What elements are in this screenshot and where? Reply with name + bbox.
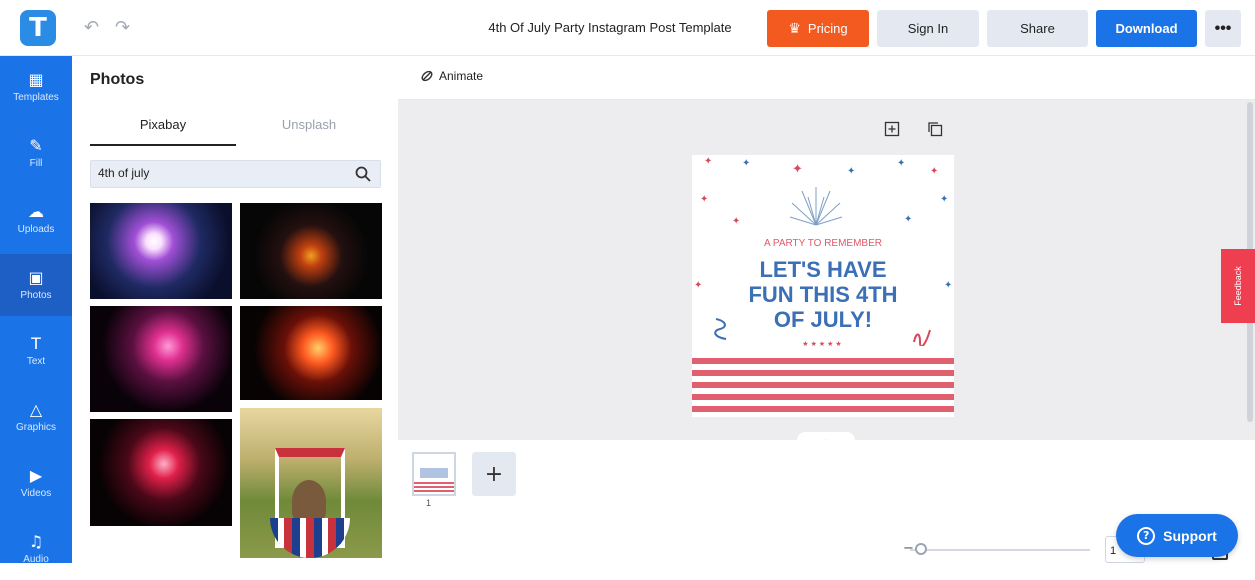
sidebar-item-templates[interactable]: ▦ Templates xyxy=(0,56,72,118)
tab-pixabay[interactable]: Pixabay xyxy=(90,117,236,132)
animate-button[interactable]: Animate xyxy=(420,69,483,83)
photo-thumbnail[interactable] xyxy=(90,203,232,299)
sidebar-item-uploads[interactable]: ☁ Uploads xyxy=(0,188,72,250)
top-bar: T ↶ ↷ 4th Of July Party Instagram Post T… xyxy=(0,0,1255,56)
photo-thumbnail[interactable] xyxy=(90,306,232,412)
sidebar-item-label: Fill xyxy=(29,158,43,169)
star-decoration: ✦ xyxy=(700,194,709,205)
firework-icon xyxy=(789,187,843,226)
zoom-value: 1 xyxy=(1110,545,1117,557)
page-thumbnail[interactable] xyxy=(412,452,456,496)
photo-thumbnail[interactable] xyxy=(240,306,382,400)
support-label: Support xyxy=(1163,527,1217,544)
sidebar-item-label: Uploads xyxy=(17,224,55,235)
support-button[interactable]: ? Support xyxy=(1116,514,1238,557)
star-decoration: ✦ xyxy=(704,156,713,167)
star-decoration: ✦ xyxy=(847,166,856,177)
star-decoration: ✦ xyxy=(930,166,939,177)
sidebar-item-label: Text xyxy=(26,356,46,367)
zoom-slider-handle[interactable] xyxy=(915,543,927,555)
child-shape xyxy=(292,480,326,522)
music-icon: ♫ xyxy=(28,532,44,551)
animate-icon xyxy=(421,70,433,82)
search-icon[interactable] xyxy=(354,165,372,183)
sidebar-item-videos[interactable]: ▶ Videos xyxy=(0,452,72,514)
sidebar-item-label: Graphics xyxy=(15,422,56,433)
sidebar-item-label: Photos xyxy=(20,290,52,301)
photo-icon: ▣ xyxy=(28,268,44,287)
active-tab-indicator xyxy=(90,144,236,146)
share-button[interactable]: Share xyxy=(987,10,1088,47)
panel-title: Photos xyxy=(90,71,145,88)
cloud-upload-icon: ☁ xyxy=(28,202,44,221)
search-input[interactable] xyxy=(98,166,338,180)
headline-line: FUN THIS 4TH xyxy=(748,282,898,307)
sidebar-item-graphics[interactable]: △ Graphics xyxy=(0,386,72,448)
star-decoration: ✦ xyxy=(742,158,751,169)
sidebar-item-fill[interactable]: ✎ Fill xyxy=(0,122,72,184)
more-options-button[interactable]: ••• xyxy=(1205,10,1241,47)
sidebar-item-audio[interactable]: ♫ Audio xyxy=(0,518,72,580)
help-icon: ? xyxy=(1137,526,1156,545)
canvas-area: ✦ ✦ ✦ ✦ ✦ ✦ ✦ ✦ ✦ ✦ ✦ ✦ A PARTY TO REMEM… xyxy=(398,100,1255,440)
sign-in-button[interactable]: Sign In xyxy=(877,10,979,47)
photos-panel: Photos Pixabay Unsplash xyxy=(72,56,398,563)
sidebar-item-text[interactable]: T Text xyxy=(0,320,72,382)
add-page-button[interactable]: + xyxy=(472,452,516,496)
add-page-icon[interactable] xyxy=(884,121,900,137)
pricing-button[interactable]: ♛ Pricing xyxy=(767,10,869,47)
pencil-icon: ✎ xyxy=(29,136,43,155)
search-box xyxy=(90,160,381,188)
redo-icon[interactable]: ↷ xyxy=(115,17,130,38)
video-icon: ▶ xyxy=(29,466,43,485)
animate-label: Animate xyxy=(439,69,484,83)
photo-thumbnail[interactable] xyxy=(90,419,232,526)
photo-thumbnail[interactable] xyxy=(240,408,382,558)
design-rating-stars: ★★★★★ xyxy=(802,340,844,348)
duplicate-page-icon[interactable] xyxy=(927,121,943,137)
left-navigation: ▦ Templates ✎ Fill ☁ Uploads ▣ Photos T … xyxy=(0,56,72,565)
sidebar-item-label: Videos xyxy=(20,488,52,499)
templates-icon: ▦ xyxy=(28,70,44,89)
sub-toolbar: Animate xyxy=(398,56,1255,100)
design-subtitle[interactable]: A PARTY TO REMEMBER xyxy=(692,238,954,249)
app-logo[interactable]: T xyxy=(20,10,56,46)
tab-unsplash[interactable]: Unsplash xyxy=(236,117,382,132)
pricing-label: Pricing xyxy=(807,21,848,36)
flag-bunting-shape xyxy=(270,518,350,558)
feedback-tab[interactable]: Feedback xyxy=(1221,249,1255,323)
text-icon: T xyxy=(31,334,41,353)
sidebar-item-label: Audio xyxy=(23,554,49,565)
star-decoration: ✦ xyxy=(897,158,906,169)
star-decoration: ✦ xyxy=(940,194,949,205)
design-canvas[interactable]: ✦ ✦ ✦ ✦ ✦ ✦ ✦ ✦ ✦ ✦ ✦ ✦ A PARTY TO REMEM… xyxy=(692,155,954,417)
thumbnail-stripes xyxy=(414,482,454,494)
sidebar-item-label: Templates xyxy=(13,92,59,103)
stripes-decoration xyxy=(692,358,954,417)
shapes-icon: △ xyxy=(29,400,43,419)
photo-thumbnail[interactable] xyxy=(240,203,382,299)
sidebar-item-photos[interactable]: ▣ Photos xyxy=(0,254,72,316)
page-number: 1 xyxy=(426,498,432,508)
star-decoration: ✦ xyxy=(904,214,913,225)
thumbnail-text-block xyxy=(420,468,448,478)
zoom-slider[interactable] xyxy=(910,549,1090,551)
star-decoration: ✦ xyxy=(792,162,803,177)
feedback-label: Feedback xyxy=(1233,266,1243,306)
star-decoration: ✦ xyxy=(732,216,741,227)
crown-icon: ♛ xyxy=(788,20,801,36)
document-title[interactable]: 4th Of July Party Instagram Post Templat… xyxy=(470,20,750,35)
headline-line: LET'S HAVE xyxy=(759,257,887,282)
undo-icon[interactable]: ↶ xyxy=(84,17,99,38)
download-button[interactable]: Download xyxy=(1096,10,1197,47)
